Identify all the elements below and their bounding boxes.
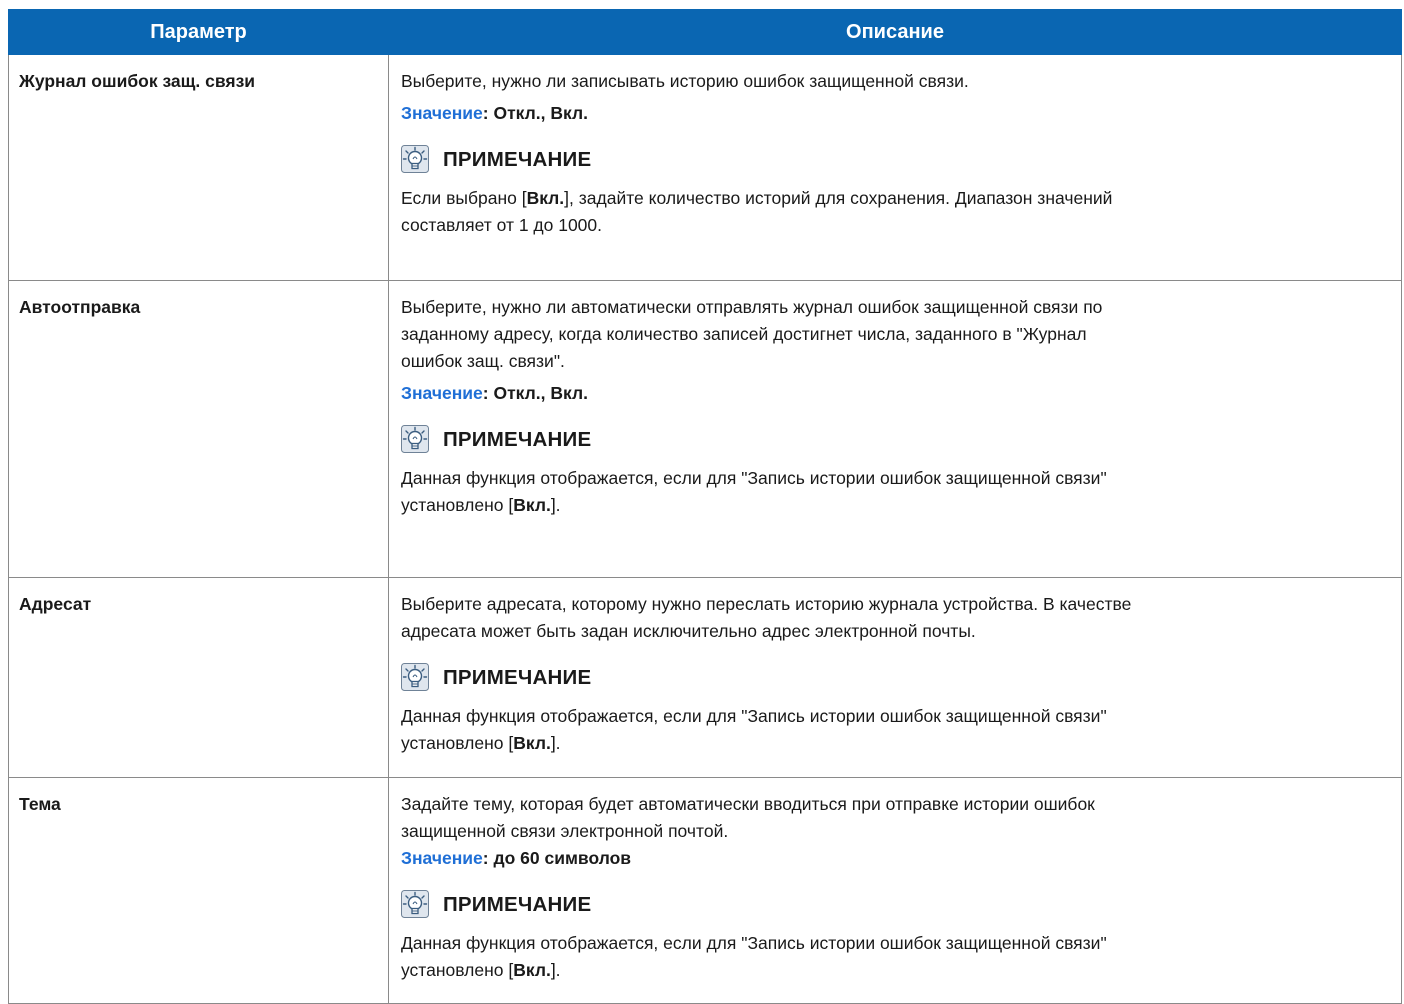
note-header: ПРИМЕЧАНИЕ xyxy=(401,137,1391,181)
note-text-part: ]. xyxy=(550,495,561,515)
table-row: Автоотправка Выберите, нужно ли автомати… xyxy=(8,280,1402,578)
value-text: : Откл., Вкл. xyxy=(482,383,588,403)
note-text-part: ], задайте количество историй для сохран… xyxy=(564,188,1113,208)
param-name: Адресат xyxy=(8,577,389,778)
note-text: Если выбрано [Вкл.], задайте количество … xyxy=(401,185,1391,239)
note-text-part: ]. xyxy=(550,960,561,980)
table-row: Журнал ошибок защ. связи Выберите, нужно… xyxy=(8,54,1402,281)
param-name: Журнал ошибок защ. связи xyxy=(8,54,389,281)
note-text-part: Если выбрано [ xyxy=(401,188,527,208)
note-text-part: ]. xyxy=(550,733,561,753)
param-description: Задайте тему, которая будет автоматическ… xyxy=(388,777,1402,1004)
note-bold: Вкл. xyxy=(513,733,551,753)
desc-line: защищенной связи электронной почтой. xyxy=(401,821,729,841)
lightbulb-note-icon xyxy=(401,890,429,918)
note-text-part: установлено [ xyxy=(401,733,514,753)
value-label: Значение xyxy=(401,383,483,403)
note-text-line: составляет от 1 до 1000. xyxy=(401,215,603,235)
lightbulb-note-icon xyxy=(401,145,429,173)
desc-line: Выберите, нужно ли автоматически отправл… xyxy=(401,297,1103,317)
note-bold: Вкл. xyxy=(513,495,551,515)
note-text-line: Данная функция отображается, если для "З… xyxy=(401,933,1107,953)
lightbulb-note-icon xyxy=(401,663,429,691)
header-description: Описание xyxy=(388,9,1402,55)
note-text: Данная функция отображается, если для "З… xyxy=(401,703,1391,757)
note-title: ПРИМЕЧАНИЕ xyxy=(443,665,592,689)
settings-table: Параметр Описание Журнал ошибок защ. свя… xyxy=(8,9,1402,1004)
table-row: Адресат Выберите адресата, которому нужн… xyxy=(8,577,1402,778)
desc-line: Выберите адресата, которому нужно пересл… xyxy=(401,594,1132,614)
note-bold: Вкл. xyxy=(513,960,551,980)
value-line: Значение: Откл., Вкл. xyxy=(401,100,1391,127)
header-param: Параметр xyxy=(8,9,389,55)
table-row: Тема Задайте тему, которая будет автомат… xyxy=(8,777,1402,1004)
param-description: Выберите, нужно ли автоматически отправл… xyxy=(388,280,1402,578)
value-line: Значение: до 60 символов xyxy=(401,845,1391,872)
lightbulb-note-icon xyxy=(401,425,429,453)
value-text: : до 60 символов xyxy=(482,848,632,868)
note-header: ПРИМЕЧАНИЕ xyxy=(401,655,1391,699)
param-name: Тема xyxy=(8,777,389,1004)
note-bold: Вкл. xyxy=(526,188,565,208)
value-label: Значение xyxy=(401,848,483,868)
desc-line: адресата может быть задан исключительно … xyxy=(401,621,976,641)
note-header: ПРИМЕЧАНИЕ xyxy=(401,417,1391,461)
note-header: ПРИМЕЧАНИЕ xyxy=(401,882,1391,926)
note-text-line: Данная функция отображается, если для "З… xyxy=(401,468,1107,488)
value-label: Значение xyxy=(401,103,483,123)
note-title: ПРИМЕЧАНИЕ xyxy=(443,147,592,171)
note-text-line: Данная функция отображается, если для "З… xyxy=(401,706,1107,726)
note-title: ПРИМЕЧАНИЕ xyxy=(443,892,592,916)
note-title: ПРИМЕЧАНИЕ xyxy=(443,427,592,451)
note-text: Данная функция отображается, если для "З… xyxy=(401,930,1391,984)
desc-line: ошибок защ. связи". xyxy=(401,351,565,371)
table-header-row: Параметр Описание xyxy=(8,9,1402,55)
value-line: Значение: Откл., Вкл. xyxy=(401,380,1391,407)
param-name: Автоотправка xyxy=(8,280,389,578)
desc-line: заданному адресу, когда количество запис… xyxy=(401,324,1087,344)
param-description: Выберите, нужно ли записывать историю ош… xyxy=(388,54,1402,281)
value-text: : Откл., Вкл. xyxy=(482,103,588,123)
note-text: Данная функция отображается, если для "З… xyxy=(401,465,1391,519)
note-text-part: установлено [ xyxy=(401,495,514,515)
desc-line: Выберите, нужно ли записывать историю ош… xyxy=(401,71,969,91)
note-text-part: установлено [ xyxy=(401,960,514,980)
desc-line: Задайте тему, которая будет автоматическ… xyxy=(401,794,1095,814)
param-description: Выберите адресата, которому нужно пересл… xyxy=(388,577,1402,778)
